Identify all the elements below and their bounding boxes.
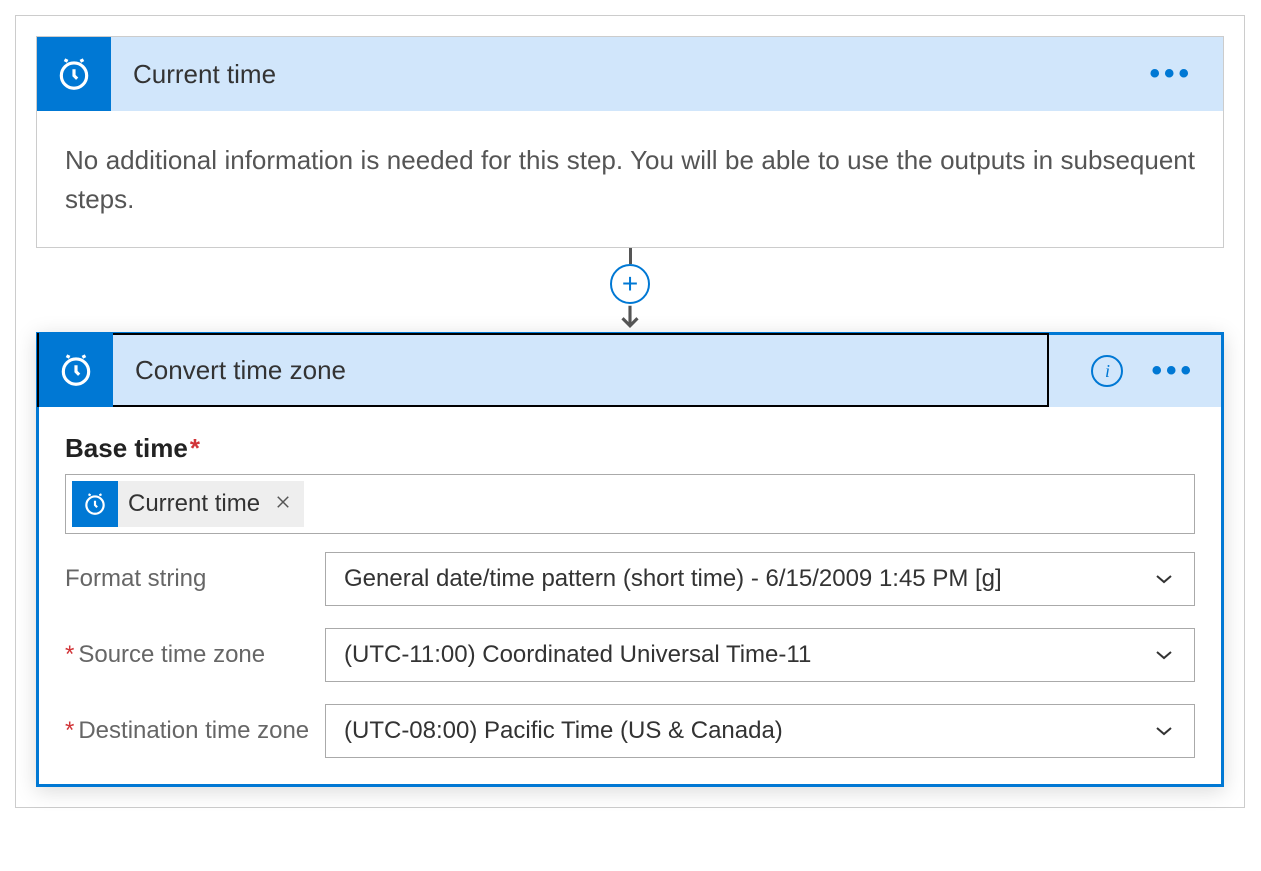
connector-line: [629, 248, 632, 264]
clock-icon: [39, 333, 113, 407]
step-convert-time-zone: Convert time zone i ••• Base time*: [36, 332, 1224, 787]
chevron-down-icon: [1152, 719, 1176, 743]
step-title: Convert time zone: [113, 355, 1047, 386]
clock-icon: [72, 481, 118, 527]
format-string-dropdown[interactable]: General date/time pattern (short time) -…: [325, 552, 1195, 606]
token-label: Current time: [118, 490, 270, 518]
step-title: Current time: [111, 59, 1149, 90]
logic-app-designer-canvas: Current time ••• No additional informati…: [15, 15, 1245, 808]
step-header[interactable]: Convert time zone: [37, 333, 1049, 407]
dropdown-value: General date/time pattern (short time) -…: [344, 565, 1002, 593]
dropdown-value: (UTC-11:00) Coordinated Universal Time-1…: [344, 641, 811, 669]
remove-token-icon[interactable]: [270, 491, 304, 517]
step-header[interactable]: Current time •••: [37, 37, 1223, 111]
chevron-down-icon: [1152, 643, 1176, 667]
source-timezone-dropdown[interactable]: (UTC-11:00) Coordinated Universal Time-1…: [325, 628, 1195, 682]
step-current-time: Current time ••• No additional informati…: [36, 36, 1224, 248]
destination-timezone-label: *Destination time zone: [65, 717, 325, 745]
info-icon[interactable]: i: [1091, 355, 1123, 387]
dropdown-value: (UTC-08:00) Pacific Time (US & Canada): [344, 717, 783, 745]
add-step-button[interactable]: +: [610, 264, 650, 304]
source-timezone-label: *Source time zone: [65, 641, 325, 669]
chevron-down-icon: [1152, 567, 1176, 591]
arrow-down-icon: [615, 302, 645, 332]
source-timezone-row: *Source time zone (UTC-11:00) Coordinate…: [65, 628, 1195, 682]
clock-icon: [37, 37, 111, 111]
dynamic-content-token[interactable]: Current time: [72, 481, 304, 527]
base-time-input[interactable]: Current time: [65, 474, 1195, 534]
destination-timezone-row: *Destination time zone (UTC-08:00) Pacif…: [65, 704, 1195, 758]
format-string-label: Format string: [65, 565, 325, 593]
connector: +: [36, 248, 1224, 332]
step-form: Base time* Current time: [39, 407, 1221, 784]
destination-timezone-dropdown[interactable]: (UTC-08:00) Pacific Time (US & Canada): [325, 704, 1195, 758]
step-description: No additional information is needed for …: [37, 111, 1223, 247]
base-time-label: Base time*: [65, 433, 1195, 464]
format-string-row: Format string General date/time pattern …: [65, 552, 1195, 606]
